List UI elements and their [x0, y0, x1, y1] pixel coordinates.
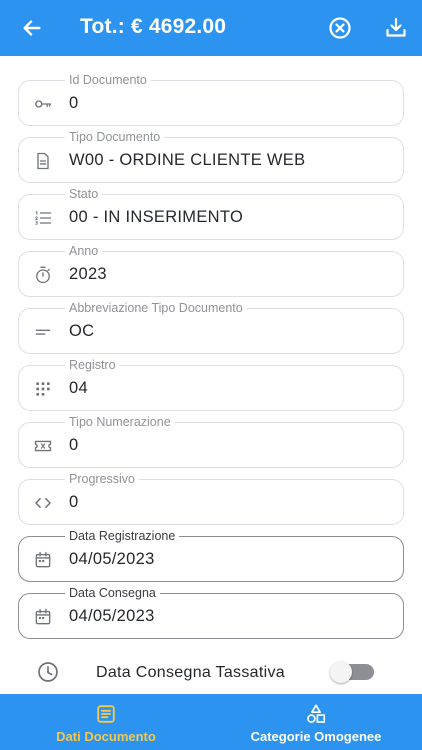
dialpad-icon — [33, 379, 53, 399]
numbered-list-icon — [33, 208, 53, 228]
field-registro[interactable]: Registro 04 — [18, 358, 404, 411]
field-tipo-numerazione[interactable]: Tipo Numerazione 0 — [18, 415, 404, 468]
calendar-icon — [33, 607, 53, 627]
field-value: OC — [69, 322, 95, 340]
field-label: Tipo Documento — [65, 130, 165, 144]
field-label: Progressivo — [65, 472, 139, 486]
field-value: 0 — [69, 436, 79, 454]
cancel-circle-icon — [329, 17, 351, 39]
download-icon — [386, 17, 406, 37]
field-label: Data Registrazione — [65, 529, 180, 543]
field-value: 04 — [69, 379, 88, 397]
field-abbreviazione-tipo-documento[interactable]: Abbreviazione Tipo Documento OC — [18, 301, 404, 354]
field-label: Registro — [65, 358, 120, 372]
field-value: 2023 — [69, 265, 107, 283]
field-label: Anno — [65, 244, 103, 258]
arrow-left-icon — [23, 20, 41, 36]
calendar-icon — [33, 550, 53, 570]
field-tipo-documento[interactable]: Tipo Documento W00 - ORDINE CLIENTE WEB — [18, 130, 404, 183]
toggle-data-consegna-tassativa: Data Consegna Tassativa — [0, 652, 422, 692]
field-value: 04/05/2023 — [69, 607, 155, 625]
toggle-switch[interactable] — [330, 661, 374, 683]
field-progressivo[interactable]: Progressivo 0 — [18, 472, 404, 525]
cancel-button[interactable] — [326, 14, 354, 42]
timer-icon — [33, 265, 53, 285]
field-label: Id Documento — [65, 73, 151, 87]
ticket-icon — [33, 436, 53, 456]
field-label: Abbreviazione Tipo Documento — [65, 301, 247, 315]
field-id-documento[interactable]: Id Documento 0 — [18, 73, 404, 126]
key-icon — [33, 94, 53, 114]
field-value: 0 — [69, 94, 79, 112]
toggle-knob — [330, 661, 352, 683]
total-title: Tot.: € 4692.00 — [80, 15, 227, 38]
nav-label: Dati Documento — [56, 729, 156, 744]
toggle-label: Data Consegna Tassativa — [96, 664, 285, 681]
bottom-navigation: Dati Documento Categorie Omogenee — [0, 694, 422, 750]
nav-label: Categorie Omogenee — [250, 729, 382, 744]
field-label: Stato — [65, 187, 103, 201]
document-list-icon — [94, 703, 118, 725]
nav-categorie-omogenee[interactable]: Categorie Omogenee — [246, 694, 386, 750]
field-label: Tipo Numerazione — [65, 415, 175, 429]
code-icon — [33, 493, 53, 513]
field-value: 04/05/2023 — [69, 550, 155, 568]
back-button[interactable] — [18, 14, 46, 42]
field-stato[interactable]: Stato 00 - IN INSERIMENTO — [18, 187, 404, 240]
field-anno[interactable]: Anno 2023 — [18, 244, 404, 297]
nav-dati-documento[interactable]: Dati Documento — [44, 694, 168, 750]
app-bar: Tot.: € 4692.00 — [0, 0, 422, 56]
field-value: 0 — [69, 493, 79, 511]
document-icon — [33, 151, 53, 171]
short-text-icon — [33, 322, 53, 342]
field-data-consegna[interactable]: Data Consegna 04/05/2023 — [18, 586, 404, 639]
field-label: Data Consegna — [65, 586, 160, 600]
field-value: 00 - IN INSERIMENTO — [69, 208, 244, 226]
field-value: W00 - ORDINE CLIENTE WEB — [69, 151, 306, 169]
shapes-icon — [304, 703, 328, 725]
field-data-registrazione[interactable]: Data Registrazione 04/05/2023 — [18, 529, 404, 582]
clock-icon — [36, 660, 60, 684]
download-button[interactable] — [382, 14, 410, 42]
